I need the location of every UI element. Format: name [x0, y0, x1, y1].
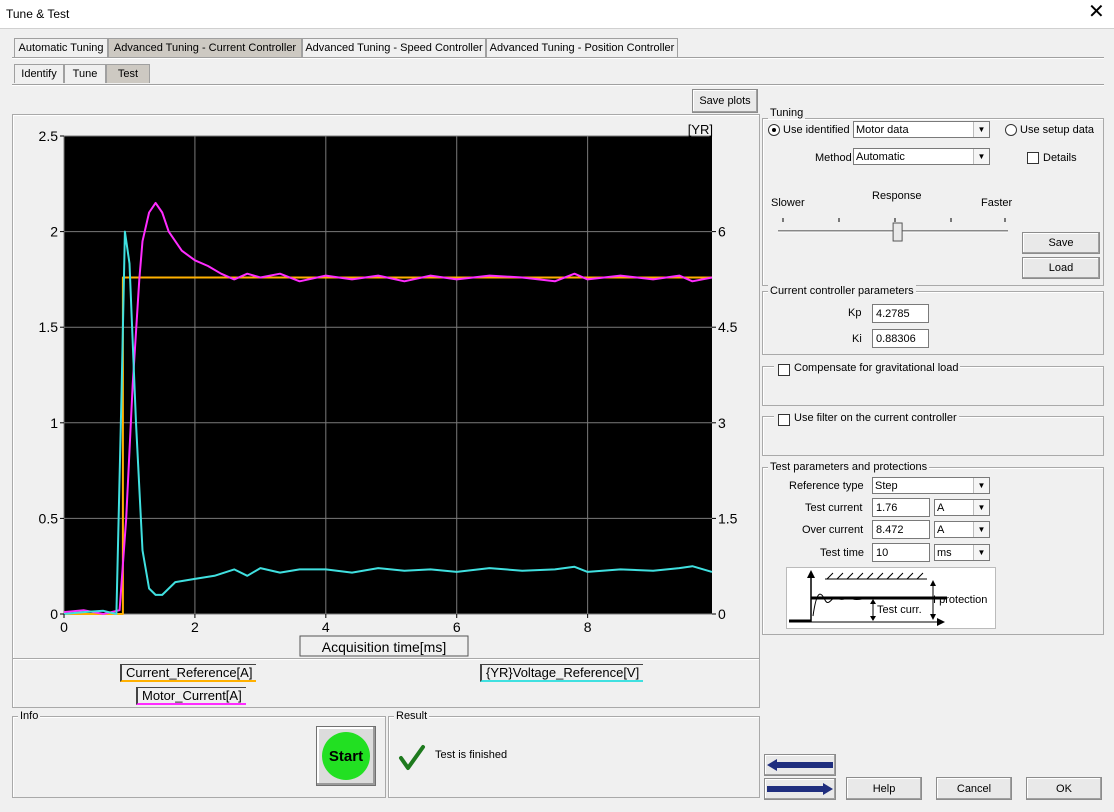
result-status: Test is finished — [435, 749, 508, 761]
chevron-down-icon: ▼ — [973, 545, 989, 560]
test-time-unit-select[interactable]: ms ▼ — [934, 544, 990, 561]
test-current-input[interactable]: 1.76 — [872, 498, 930, 517]
use-setup-label: Use setup data — [1020, 124, 1094, 136]
y-tick-label: 2 — [50, 224, 58, 240]
tab-speed-controller[interactable]: Advanced Tuning - Speed Controller — [302, 38, 486, 57]
plot-area — [64, 136, 712, 614]
method-select[interactable]: Automatic ▼ — [853, 148, 990, 165]
over-current-unit-select[interactable]: A ▼ — [934, 521, 990, 538]
y2-tick-label: 3 — [718, 415, 726, 431]
slower-label: Slower — [771, 197, 805, 209]
arrow-right-icon — [767, 783, 833, 795]
chevron-down-icon: ▼ — [973, 149, 989, 164]
test-time-input[interactable]: 10 — [872, 543, 930, 562]
y2-tick-label: 4.5 — [718, 319, 738, 335]
chevron-down-icon: ▼ — [973, 478, 989, 493]
chevron-down-icon: ▼ — [973, 500, 989, 515]
start-button[interactable]: Start — [316, 726, 376, 786]
y2-tick-label: 6 — [718, 224, 726, 240]
test-current-label: Test current — [805, 502, 863, 514]
tab-position-controller[interactable]: Advanced Tuning - Position Controller — [486, 38, 678, 57]
y-tick-label: 2.5 — [39, 128, 59, 144]
faster-label: Faster — [981, 197, 1013, 209]
protection-diagram: I protection Test curr. — [786, 567, 996, 629]
subtab-test[interactable]: Test — [106, 64, 150, 83]
use-setup-radio[interactable] — [1005, 124, 1017, 136]
chevron-down-icon: ▼ — [973, 122, 989, 137]
close-icon[interactable]: ✕ — [1088, 2, 1105, 22]
right-axis-label: [YR] — [688, 122, 713, 137]
ref-type-select[interactable]: Step ▼ — [872, 477, 990, 494]
ccp-title: Current controller parameters — [768, 285, 916, 297]
test-time-label: Test time — [820, 547, 865, 559]
details-label: Details — [1043, 152, 1077, 164]
ki-label: Ki — [852, 333, 862, 345]
cancel-button[interactable]: Cancel — [936, 777, 1012, 800]
chevron-down-icon: ▼ — [973, 522, 989, 537]
use-identified-radio[interactable] — [768, 124, 780, 136]
info-title: Info — [18, 710, 41, 722]
tuning-title: Tuning — [768, 107, 806, 119]
x-tick-label: 4 — [322, 619, 330, 635]
tab-divider — [12, 57, 1104, 59]
diagram-protection-label: I protection — [933, 594, 988, 606]
y-tick-label: 0 — [50, 606, 58, 622]
legend-current-reference: Current_Reference[A] — [120, 664, 257, 682]
tuning-load-button[interactable]: Load — [1022, 257, 1100, 279]
tuning-save-button[interactable]: Save — [1022, 232, 1100, 254]
x-tick-label: 8 — [584, 619, 592, 635]
legend-voltage-reference: {YR}Voltage_Reference[V] — [480, 664, 644, 682]
next-button[interactable] — [764, 778, 836, 800]
kp-label: Kp — [848, 307, 862, 319]
y-tick-label: 0.5 — [39, 510, 59, 526]
gravity-title: Compensate for gravitational load — [774, 362, 961, 374]
ref-type-label: Reference type — [789, 480, 864, 492]
filter-checkbox[interactable] — [778, 414, 790, 426]
help-button[interactable]: Help — [846, 777, 922, 800]
arrow-left-icon — [767, 759, 833, 771]
ccp-group — [762, 291, 1104, 355]
diagram-test-label: Test curr. — [877, 604, 922, 616]
ok-button[interactable]: OK — [1026, 777, 1102, 800]
test-current-unit-select[interactable]: A ▼ — [934, 499, 990, 516]
start-button-label: Start — [322, 732, 370, 780]
y-tick-label: 1.5 — [39, 319, 59, 335]
filter-title: Use filter on the current controller — [774, 412, 959, 424]
tab-automatic-tuning[interactable]: Automatic Tuning — [14, 38, 108, 57]
title-bar: Tune & Test ✕ — [0, 0, 1114, 29]
tab-current-controller[interactable]: Advanced Tuning - Current Controller — [108, 38, 302, 57]
response-label: Response — [872, 190, 922, 202]
x-tick-label: 2 — [191, 619, 199, 635]
response-slider[interactable] — [774, 214, 1012, 244]
chart-svg: 0 2 4 6 8 0 0.5 1 1.5 2 2.5 0 1.5 3 4.5 6 [YR] Acquisit… — [39, 122, 738, 657]
back-button[interactable] — [764, 754, 836, 776]
kp-input[interactable]: 4.2785 — [872, 304, 929, 323]
checkmark-icon — [399, 745, 425, 770]
save-plots-button[interactable]: Save plots — [692, 89, 758, 113]
method-label: Method — [815, 152, 852, 164]
x-tick-label: 6 — [453, 619, 461, 635]
identified-source-select[interactable]: Motor data ▼ — [853, 121, 990, 138]
subtab-identify[interactable]: Identify — [14, 64, 64, 83]
ki-input[interactable]: 0.88306 — [872, 329, 929, 348]
subtab-divider — [12, 84, 1104, 86]
window-title: Tune & Test — [6, 7, 70, 21]
legend-motor-current: Motor_Current[A] — [136, 687, 246, 705]
over-current-input[interactable]: 8.472 — [872, 520, 930, 539]
details-checkbox[interactable] — [1027, 152, 1039, 164]
slider-thumb[interactable] — [892, 222, 903, 242]
gravity-checkbox[interactable] — [778, 364, 790, 376]
x-tick-label: 0 — [60, 619, 68, 635]
y2-tick-label: 1.5 — [718, 510, 738, 526]
y2-tick-label: 0 — [718, 606, 726, 622]
subtab-tune[interactable]: Tune — [64, 64, 106, 83]
y-tick-label: 1 — [50, 415, 58, 431]
use-identified-label: Use identified — [783, 124, 850, 136]
over-current-label: Over current — [802, 524, 864, 536]
x-axis-label: Acquisition time[ms] — [322, 639, 446, 655]
result-title: Result — [394, 710, 430, 722]
test-params-title: Test parameters and protections — [768, 461, 930, 473]
